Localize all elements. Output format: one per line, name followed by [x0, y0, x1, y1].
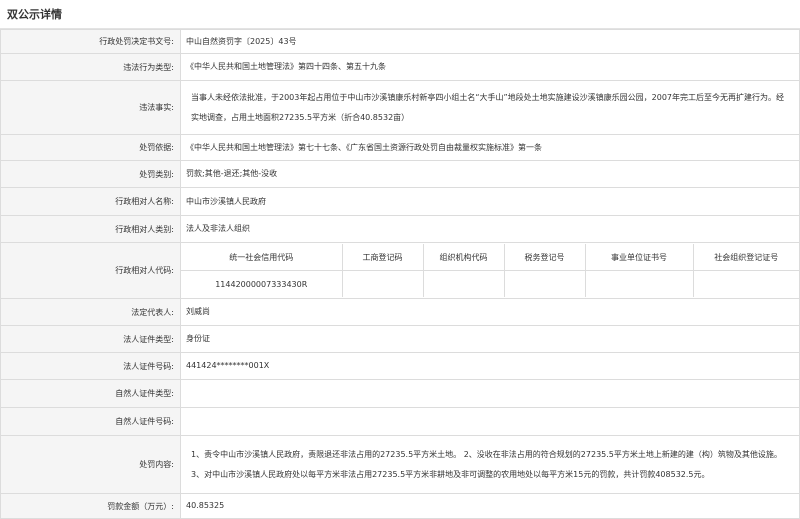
row-violation-fact: 违法事实: 当事人未经依法批准，于2003年起占用位于中山市沙溪镇康乐村新亭四小… [0, 80, 800, 135]
person-id-no-value [180, 407, 800, 436]
violation-type-label: 违法行为类型: [0, 53, 181, 81]
party-code-value-row: 11442000007333430R [181, 270, 799, 297]
decision-no-label: 行政处罚决定书文号: [0, 29, 181, 54]
detail-table: 行政处罚决定书文号: 中山自然资罚字〔2025〕43号 违法行为类型: 《中华人… [0, 29, 800, 519]
person-id-type-value [180, 379, 800, 408]
row-amount: 罚款金额（万元）: 40.85325 [0, 493, 800, 519]
row-legal-id-type: 法人证件类型: 身份证 [0, 325, 800, 353]
content-value: 1、责令中山市沙溪镇人民政府，责限退还非法占用的27235.5平方米土地。 2、… [191, 449, 782, 479]
row-basis: 处罚依据: 《中华人民共和国土地管理法》第七十七条、《广东省国土资源行政处罚自由… [0, 134, 800, 161]
legal-rep-label: 法定代表人: [0, 298, 181, 326]
legal-id-no-label: 法人证件号码: [0, 352, 181, 380]
person-id-type-label: 自然人证件类型: [0, 379, 181, 408]
violation-fact-value: 当事人未经依法批准，于2003年起占用位于中山市沙溪镇康乐村新亭四小组土名“大手… [191, 92, 785, 122]
party-code-header-row: 统一社会信用代码 工商登记码 组织机构代码 税务登记号 事业单位证书号 社会组织… [181, 244, 799, 271]
decision-no-value: 中山自然资罚字〔2025〕43号 [180, 29, 800, 54]
basis-value: 《中华人民共和国土地管理法》第七十七条、《广东省国土资源行政处罚自由裁量权实施标… [180, 134, 800, 161]
row-legal-id-no: 法人证件号码: 441424********001X [0, 352, 800, 380]
party-type-value: 法人及非法人组织 [180, 215, 800, 243]
row-person-id-type: 自然人证件类型: [0, 379, 800, 408]
row-content: 处罚内容: 1、责令中山市沙溪镇人民政府，责限退还非法占用的27235.5平方米… [0, 435, 800, 494]
content-label: 处罚内容: [0, 435, 181, 494]
page-title: 双公示详情 [0, 0, 800, 29]
code-value [503, 270, 586, 297]
code-header: 组织机构代码 [422, 244, 505, 271]
legal-id-type-value: 身份证 [180, 325, 800, 353]
legal-id-type-label: 法人证件类型: [0, 325, 181, 353]
row-person-id-no: 自然人证件号码: [0, 407, 800, 436]
amount-label: 罚款金额（万元）: [0, 493, 181, 519]
violation-fact-label: 违法事实: [0, 80, 181, 135]
row-decision-no: 行政处罚决定书文号: 中山自然资罚字〔2025〕43号 [0, 29, 800, 54]
code-header: 事业单位证书号 [584, 244, 694, 271]
row-violation-type: 违法行为类型: 《中华人民共和国土地管理法》第四十四条、第五十九条 [0, 53, 800, 81]
basis-label: 处罚依据: [0, 134, 181, 161]
row-category: 处罚类别: 罚款;其他-退还;其他-没收 [0, 160, 800, 188]
amount-value: 40.85325 [180, 493, 800, 519]
code-header: 统一社会信用代码 [181, 244, 343, 271]
code-header: 税务登记号 [503, 244, 586, 271]
party-code-label: 行政相对人代码: [0, 242, 181, 299]
row-party-type: 行政相对人类别: 法人及非法人组织 [0, 215, 800, 243]
person-id-no-label: 自然人证件号码: [0, 407, 181, 436]
row-party-name: 行政相对人名称: 中山市沙溪镇人民政府 [0, 187, 800, 216]
party-type-label: 行政相对人类别: [0, 215, 181, 243]
party-name-label: 行政相对人名称: [0, 187, 181, 216]
category-value: 罚款;其他-退还;其他-没收 [180, 160, 800, 188]
category-label: 处罚类别: [0, 160, 181, 188]
party-code-table: 统一社会信用代码 工商登记码 组织机构代码 税务登记号 事业单位证书号 社会组织… [181, 244, 799, 297]
code-value: 11442000007333430R [181, 270, 343, 297]
legal-id-no-value: 441424********001X [180, 352, 800, 380]
row-party-code: 行政相对人代码: 统一社会信用代码 工商登记码 组织机构代码 税务登记号 事业单… [0, 242, 800, 299]
legal-rep-value: 刘威尚 [180, 298, 800, 326]
code-header: 社会组织登记证号 [692, 244, 799, 271]
code-value [422, 270, 505, 297]
code-value [341, 270, 424, 297]
violation-type-value: 《中华人民共和国土地管理法》第四十四条、第五十九条 [180, 53, 800, 81]
code-value [692, 270, 799, 297]
party-name-value: 中山市沙溪镇人民政府 [180, 187, 800, 216]
code-header: 工商登记码 [341, 244, 424, 271]
code-value [584, 270, 694, 297]
row-legal-rep: 法定代表人: 刘威尚 [0, 298, 800, 326]
